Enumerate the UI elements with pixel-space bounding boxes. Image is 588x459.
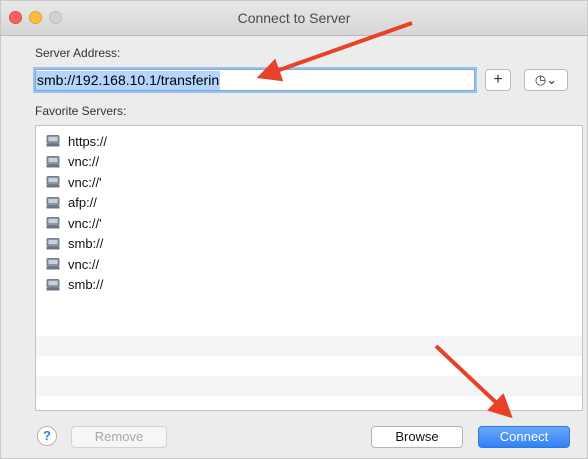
favorite-server-address: smb:// — [68, 277, 104, 292]
favorite-server-address: vnc://' — [68, 215, 102, 231]
favorite-server-item[interactable]: vnc:// — [46, 153, 99, 171]
favorite-server-address: https:// — [68, 133, 108, 149]
recent-servers-button[interactable]: ◷⌄ — [524, 69, 568, 91]
favorite-server-item[interactable]: vnc:// — [46, 255, 99, 273]
network-server-icon — [46, 237, 60, 249]
favorite-servers-label: Favorite Servers: — [35, 104, 127, 118]
window-title: Connect to Server — [237, 10, 351, 26]
favorite-server-address: afp:// — [68, 195, 97, 210]
favorite-server-address: smb:// — [68, 236, 104, 251]
remove-button[interactable]: Remove — [71, 426, 167, 448]
network-server-icon — [46, 217, 60, 229]
favorite-server-item[interactable]: https:// — [46, 132, 107, 150]
server-address-label: Server Address: — [35, 46, 121, 60]
favorite-server-item[interactable]: vnc://' — [46, 214, 102, 232]
favorite-server-item[interactable]: smb:// — [46, 276, 103, 294]
favorite-server-address: vnc:// — [68, 256, 100, 272]
favorite-server-address: vnc://' — [68, 174, 102, 190]
title-bar: Connect to Server — [1, 1, 587, 36]
favorite-server-item[interactable]: vnc://' — [46, 173, 102, 191]
network-server-icon — [46, 258, 60, 270]
favorite-server-address: vnc:// — [68, 154, 100, 169]
connect-to-server-window: Connect to Server Server Address: smb://… — [0, 0, 588, 459]
server-address-input[interactable]: smb://192.168.10.1/transferin — [35, 69, 475, 91]
add-favorite-button[interactable]: + — [485, 69, 511, 91]
network-server-icon — [46, 176, 60, 188]
server-address-value: smb://192.168.10.1/transferin — [36, 71, 221, 90]
help-button[interactable]: ? — [37, 426, 57, 446]
favorite-servers-list[interactable]: https:// vnc:// vnc://' afp:// vnc://' smb://… — [35, 125, 583, 411]
browse-button[interactable]: Browse — [371, 426, 463, 448]
favorite-server-item[interactable]: smb:// — [46, 235, 103, 253]
network-server-icon — [46, 278, 60, 290]
network-server-icon — [46, 196, 60, 208]
favorite-server-item[interactable]: afp:// — [46, 194, 97, 212]
network-server-icon — [46, 135, 60, 147]
connect-button[interactable]: Connect — [478, 426, 570, 448]
network-server-icon — [46, 155, 60, 167]
